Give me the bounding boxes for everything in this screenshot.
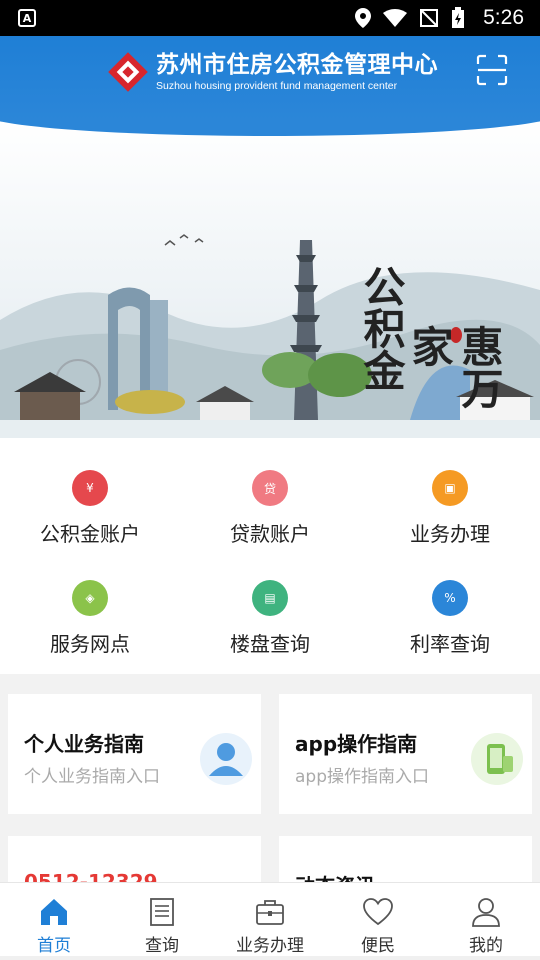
func-rate-query[interactable]: % 利率查询 xyxy=(360,556,540,666)
func-label: 服务网点 xyxy=(50,632,130,656)
tab-label: 查询 xyxy=(145,936,179,956)
tab-business[interactable]: 业务办理 xyxy=(216,883,324,956)
app-header: 苏州市住房公积金管理中心 Suzhou housing provident fu… xyxy=(0,36,540,120)
card-subtitle: app操作指南入口 xyxy=(295,767,429,787)
wallet-yen-icon: ¥ xyxy=(72,470,108,506)
tab-label: 我的 xyxy=(469,936,503,956)
func-label: 业务办理 xyxy=(410,522,490,546)
banner-slogan-line2: 惠万家 xyxy=(405,325,504,409)
user-icon xyxy=(472,898,500,927)
func-provident-account[interactable]: ¥ 公积金账户 xyxy=(0,446,180,556)
percent-icon: % xyxy=(432,580,468,616)
func-label: 楼盘查询 xyxy=(230,632,310,656)
heart-icon xyxy=(363,898,393,926)
header-title-en: Suzhou housing provident fund management… xyxy=(156,80,398,92)
nav-strip xyxy=(0,956,540,960)
tab-query[interactable]: 查询 xyxy=(108,883,216,956)
logo: 苏州市住房公积金管理中心 Suzhou housing provident fu… xyxy=(106,50,438,94)
notification-a-icon: A xyxy=(18,9,36,27)
card-subtitle: 个人业务指南入口 xyxy=(24,767,160,787)
header-title-cn: 苏州市住房公积金管理中心 xyxy=(156,52,438,78)
card-title: 个人业务指南 xyxy=(24,732,144,756)
func-loan-account[interactable]: 贷 贷款账户 xyxy=(180,446,360,556)
location-icon xyxy=(355,8,372,28)
phone-icon xyxy=(471,733,523,785)
scan-icon[interactable] xyxy=(476,54,508,86)
card-app-guide[interactable]: app操作指南 app操作指南入口 xyxy=(279,694,532,814)
func-service-outlets[interactable]: ◈ 服务网点 xyxy=(0,556,180,666)
briefcase-icon xyxy=(256,900,284,925)
func-property-query[interactable]: ▤ 楼盘查询 xyxy=(180,556,360,666)
func-label: 公积金账户 xyxy=(40,522,140,546)
document-icon xyxy=(150,898,174,926)
person-icon xyxy=(200,733,252,785)
function-grid: ¥ 公积金账户 贷 贷款账户 ▣ 业务办理 ◈ 服务网点 ▤ 楼盘查询 % 利率… xyxy=(0,438,540,674)
home-icon xyxy=(41,899,67,925)
no-signal-icon xyxy=(420,9,439,27)
tab-label: 首页 xyxy=(37,936,71,956)
card-title: app操作指南 xyxy=(295,732,418,756)
banner-slogan-line1: 公积金 xyxy=(357,265,406,391)
tab-home[interactable]: 首页 xyxy=(0,883,108,956)
tab-mine[interactable]: 我的 xyxy=(432,883,540,956)
network-icon: ◈ xyxy=(72,580,108,616)
status-bar: A 5:26 xyxy=(0,0,540,36)
bottom-tab-bar: 首页 查询 业务办理 便民 我的 xyxy=(0,882,540,956)
func-label: 利率查询 xyxy=(410,632,490,656)
card-personal-guide[interactable]: 个人业务指南 个人业务指南入口 xyxy=(8,694,261,814)
tab-label: 便民 xyxy=(361,936,395,956)
loan-bag-icon: 贷 xyxy=(252,470,288,506)
wifi-icon xyxy=(383,9,408,27)
briefcase-icon: ▣ xyxy=(432,470,468,506)
battery-charging-icon xyxy=(452,7,465,28)
func-business[interactable]: ▣ 业务办理 xyxy=(360,446,540,556)
status-time: 5:26 xyxy=(483,6,524,29)
banner-image[interactable]: 公积金 惠万家 xyxy=(0,120,540,438)
func-label: 贷款账户 xyxy=(230,522,310,546)
tab-label: 业务办理 xyxy=(236,936,304,956)
tab-convenience[interactable]: 便民 xyxy=(324,883,432,956)
logo-mark-icon xyxy=(108,52,148,92)
building-icon: ▤ xyxy=(252,580,288,616)
